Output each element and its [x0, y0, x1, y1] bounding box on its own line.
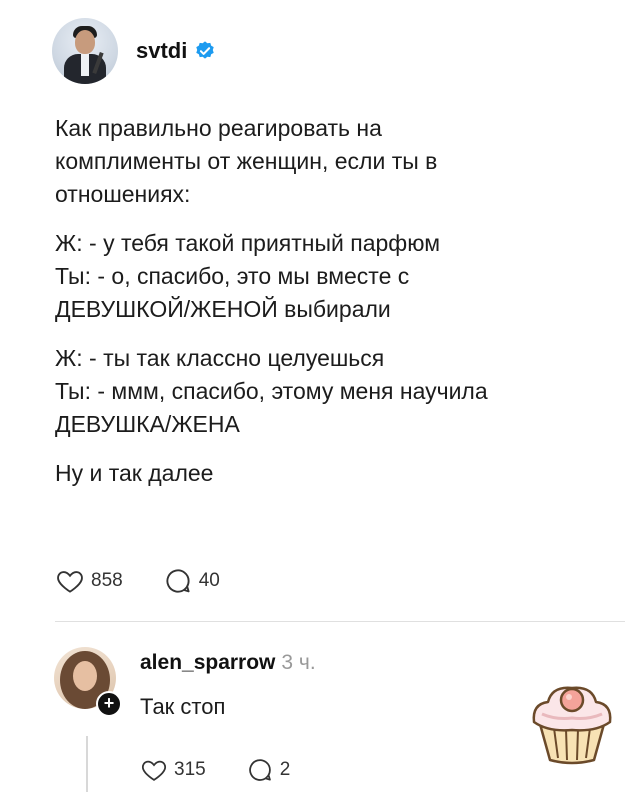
- post-header: svtdi: [52, 18, 216, 84]
- divider: [55, 621, 625, 622]
- post-actions: 858 40: [55, 566, 260, 596]
- reply-actions: 315 2: [140, 756, 330, 784]
- reply-time: 3 ч.: [281, 651, 316, 674]
- cupcake-sticker: [532, 686, 612, 765]
- comment-count: 40: [198, 570, 220, 591]
- follow-plus-icon[interactable]: +: [96, 691, 122, 717]
- comment-icon: [248, 759, 271, 781]
- author-username[interactable]: svtdi: [136, 38, 187, 64]
- post-paragraph: Ж: - ты так классно целуешься Ты: - ммм,…: [55, 345, 488, 437]
- like-count: 858: [91, 570, 123, 591]
- author-avatar[interactable]: [52, 18, 118, 84]
- thread-line: [86, 736, 88, 792]
- comment-button[interactable]: 40: [163, 566, 220, 596]
- verified-icon: [196, 41, 215, 59]
- author-name[interactable]: svtdi: [136, 38, 216, 64]
- post-body: Как правильно реагировать на комплименты…: [55, 112, 615, 506]
- heart-icon: [57, 571, 83, 593]
- reply-header: alen_sparrow 3 ч.: [140, 651, 316, 675]
- post-paragraph: Как правильно реагировать на комплименты…: [55, 115, 438, 207]
- reply-avatar-wrap[interactable]: +: [54, 647, 122, 717]
- like-button[interactable]: 858: [55, 566, 123, 596]
- reply-like-button[interactable]: 315: [140, 756, 206, 784]
- reply-comment-button[interactable]: 2: [246, 756, 291, 784]
- reply-like-count: 315: [174, 759, 206, 780]
- reply-author[interactable]: alen_sparrow: [140, 651, 275, 674]
- post-paragraph: Ж: - у тебя такой приятный парфюм Ты: - …: [55, 230, 441, 322]
- reply-text: Так стоп: [140, 694, 226, 719]
- comment-icon: [166, 569, 190, 593]
- reply-comment-count: 2: [279, 759, 291, 780]
- heart-icon: [142, 760, 166, 781]
- post-paragraph: Ну и так далее: [55, 460, 214, 486]
